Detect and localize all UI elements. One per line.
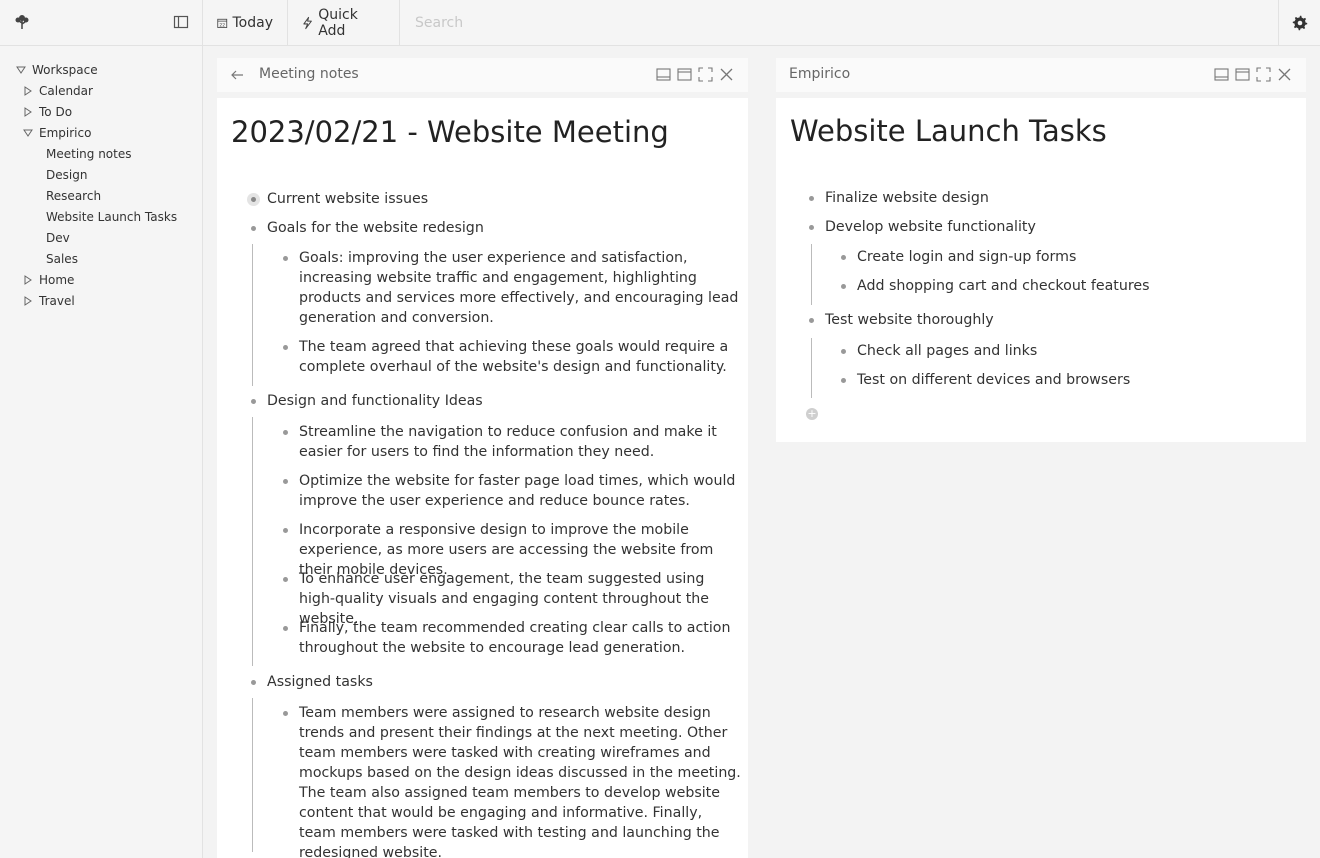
- outline-item[interactable]: Streamline the navigation to reduce conf…: [299, 422, 739, 462]
- lightning-icon: [303, 16, 312, 30]
- sidebar-item-sales[interactable]: Sales: [46, 250, 78, 268]
- outline-item[interactable]: Goals: improving the user experience and…: [299, 248, 739, 328]
- gear-icon: [1292, 15, 1307, 31]
- bullet-icon[interactable]: [841, 378, 846, 383]
- expand-right-icon[interactable]: [23, 107, 33, 117]
- sidebar-toggle-icon[interactable]: [173, 14, 189, 30]
- back-arrow-icon[interactable]: [230, 68, 244, 82]
- today-label: Today: [232, 15, 274, 31]
- sidebar-item-label: Home: [39, 273, 75, 287]
- bullet-icon[interactable]: [283, 626, 288, 631]
- bullet-icon[interactable]: [841, 349, 846, 354]
- right-panel-breadcrumb[interactable]: Empirico: [789, 66, 850, 82]
- bullet-icon[interactable]: [809, 225, 814, 230]
- sidebar: Workspace Calendar To Do Empirico Meetin…: [0, 46, 203, 858]
- right-panel: Website Launch Tasks Finalize website de…: [776, 98, 1306, 442]
- sidebar-item-label: Research: [46, 189, 102, 203]
- quick-add-button[interactable]: Quick Add: [288, 0, 400, 46]
- top-bar: 22 Today Quick Add: [0, 0, 1320, 46]
- page-title[interactable]: 2023/02/21 - Website Meeting: [231, 115, 669, 149]
- bullet-icon[interactable]: [841, 255, 846, 260]
- sidebar-item-label: Empirico: [39, 126, 92, 140]
- bullet-icon[interactable]: [283, 577, 288, 582]
- expand-right-icon[interactable]: [23, 86, 33, 96]
- expand-right-icon[interactable]: [23, 275, 33, 285]
- sidebar-item-label: Dev: [46, 231, 70, 245]
- bullet-icon[interactable]: [251, 680, 256, 685]
- outline-item[interactable]: Team members were assigned to research w…: [299, 703, 743, 858]
- bullet-icon[interactable]: [251, 226, 256, 231]
- settings-button[interactable]: [1278, 0, 1320, 46]
- bullet-icon[interactable]: [283, 430, 288, 435]
- bullet-icon[interactable]: [283, 479, 288, 484]
- sidebar-item-label: Meeting notes: [46, 147, 132, 161]
- left-panel-breadcrumb[interactable]: Meeting notes: [259, 66, 359, 82]
- panel-bottom-icon[interactable]: [656, 67, 671, 82]
- outline-item[interactable]: Add shopping cart and checkout features: [857, 276, 1150, 296]
- sidebar-item-label: Calendar: [39, 84, 93, 98]
- sidebar-item-label: Travel: [39, 294, 75, 308]
- sidebar-item-label: Sales: [46, 252, 78, 266]
- today-button[interactable]: 22 Today: [203, 0, 288, 46]
- sidebar-item-dev[interactable]: Dev: [46, 229, 70, 247]
- bullet-icon[interactable]: [247, 193, 260, 206]
- sidebar-item-label: Website Launch Tasks: [46, 210, 178, 224]
- page-title[interactable]: Website Launch Tasks: [790, 114, 1107, 148]
- quick-add-label: Quick Add: [318, 7, 358, 39]
- panel-bottom-icon[interactable]: [1214, 67, 1229, 82]
- bullet-icon[interactable]: [809, 196, 814, 201]
- right-panel-header: Empirico: [776, 58, 1306, 92]
- tree-logo-icon[interactable]: [13, 13, 31, 31]
- indent-guide[interactable]: [252, 244, 253, 386]
- maximize-icon[interactable]: [1256, 67, 1271, 82]
- search-input[interactable]: [400, 0, 1278, 46]
- sidebar-item-label: Design: [46, 168, 88, 182]
- left-panel: 2023/02/21 - Website Meeting Current web…: [217, 98, 748, 858]
- left-panel-header: Meeting notes: [217, 58, 748, 92]
- bullet-icon[interactable]: [809, 318, 814, 323]
- indent-guide[interactable]: [811, 338, 812, 398]
- sidebar-item-meeting-notes[interactable]: Meeting notes: [46, 145, 131, 163]
- expand-down-icon[interactable]: [16, 65, 26, 75]
- calendar-day: 22: [219, 22, 225, 28]
- indent-guide[interactable]: [811, 244, 812, 305]
- indent-guide[interactable]: [252, 698, 253, 852]
- bullet-icon[interactable]: [283, 711, 288, 716]
- outline-item[interactable]: Assigned tasks: [267, 672, 373, 692]
- outline-item[interactable]: Optimize the website for faster page loa…: [299, 471, 739, 511]
- bullet-icon[interactable]: [251, 399, 256, 404]
- bullet-icon[interactable]: [283, 256, 288, 261]
- bullet-icon[interactable]: [283, 345, 288, 350]
- indent-guide[interactable]: [252, 417, 253, 666]
- calendar-icon: 22: [217, 18, 228, 28]
- outline-item[interactable]: Test website thoroughly: [825, 310, 994, 330]
- outline-item[interactable]: Test on different devices and browsers: [857, 370, 1130, 390]
- expand-right-icon[interactable]: [23, 296, 33, 306]
- outline-item[interactable]: The team agreed that achieving these goa…: [299, 337, 739, 377]
- sidebar-item-research[interactable]: Research: [46, 187, 101, 205]
- outline-item[interactable]: Design and functionality Ideas: [267, 391, 483, 411]
- close-icon[interactable]: [719, 67, 734, 82]
- sidebar-item-label: Workspace: [32, 63, 98, 77]
- bullet-icon[interactable]: [283, 528, 288, 533]
- outline-item[interactable]: Create login and sign-up forms: [857, 247, 1076, 267]
- bullet-icon[interactable]: [841, 284, 846, 289]
- expand-down-icon[interactable]: [23, 128, 33, 138]
- panel-top-icon[interactable]: [1235, 67, 1250, 82]
- outline-item[interactable]: Current website issues: [267, 189, 428, 209]
- maximize-icon[interactable]: [698, 67, 713, 82]
- outline-item[interactable]: Finally, the team recommended creating c…: [299, 618, 739, 658]
- sidebar-item-website-launch-tasks[interactable]: Website Launch Tasks: [46, 208, 177, 226]
- sidebar-item-design[interactable]: Design: [46, 166, 87, 184]
- outline-item[interactable]: Goals for the website redesign: [267, 218, 484, 238]
- panel-top-icon[interactable]: [677, 67, 692, 82]
- outline-item[interactable]: Finalize website design: [825, 188, 989, 208]
- outline-item[interactable]: Check all pages and links: [857, 341, 1037, 361]
- top-bar-left: [0, 0, 203, 46]
- close-icon[interactable]: [1277, 67, 1292, 82]
- outline-item[interactable]: Develop website functionality: [825, 217, 1036, 237]
- sidebar-item-label: To Do: [39, 105, 73, 119]
- plus-icon[interactable]: +: [806, 408, 818, 420]
